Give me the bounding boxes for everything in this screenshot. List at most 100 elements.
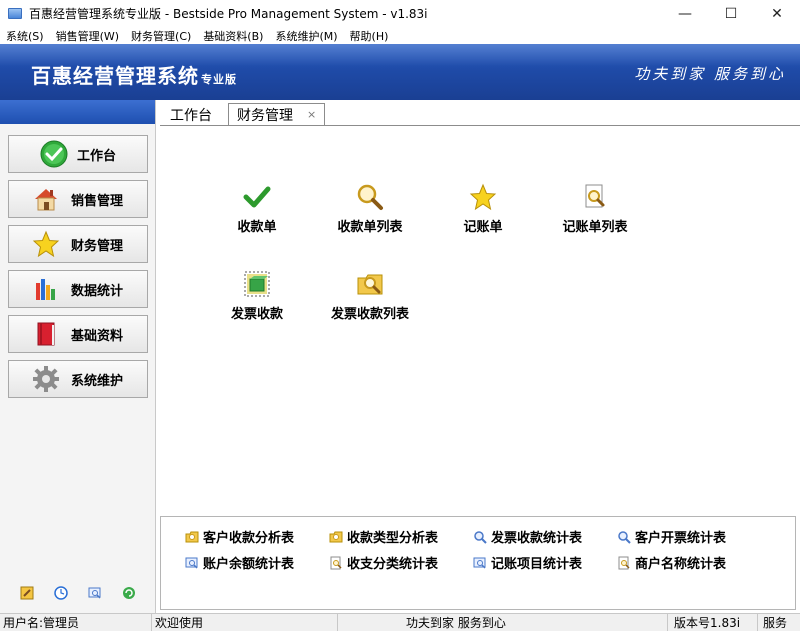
- app-icon: [8, 8, 22, 19]
- tab-workbench[interactable]: 工作台: [160, 104, 222, 126]
- sidebar-item-label: 基础资料: [71, 328, 124, 344]
- tab-finance[interactable]: 财务管理 ×: [228, 103, 326, 126]
- sidebar-item-sales[interactable]: 销售管理: [8, 180, 148, 218]
- sidebar-item-label: 工作台: [77, 148, 117, 164]
- star-icon: [468, 182, 498, 212]
- maximize-button[interactable]: ☐: [708, 0, 754, 27]
- report-account-balance-stats[interactable]: 账户余额统计表: [185, 553, 294, 572]
- tile-receipt-list[interactable]: 收款单列表: [315, 182, 425, 238]
- brand-name: 百惠经营管理系统: [31, 64, 199, 88]
- menu-system[interactable]: 系统(S): [0, 28, 50, 44]
- brand-title: 百惠经营管理系统 专业版: [31, 60, 237, 89]
- report-income-expense-category-stats[interactable]: 收支分类统计表: [329, 553, 438, 572]
- refresh-icon[interactable]: [121, 585, 137, 601]
- sidebar-item-label: 数据统计: [71, 283, 124, 299]
- report-label: 客户收款分析表: [203, 531, 295, 546]
- report-label: 记账项目统计表: [491, 557, 583, 572]
- tab-label: 财务管理: [237, 107, 293, 124]
- tile-invoice-receipt-list[interactable]: 发票收款列表: [315, 269, 425, 325]
- tab-bar: 工作台 财务管理 ×: [160, 102, 326, 126]
- invoice-box-icon: [242, 269, 272, 299]
- report-label: 发票收款统计表: [491, 531, 583, 546]
- sidebar-item-label: 销售管理: [71, 193, 124, 209]
- brand-edition: 专业版: [201, 73, 237, 86]
- status-version: 版本号1.83i: [668, 614, 758, 631]
- document-search-icon: [580, 182, 610, 212]
- window-search-icon: [473, 556, 487, 570]
- book-icon: [31, 319, 61, 349]
- report-journal-item-stats[interactable]: 记账项目统计表: [473, 553, 582, 572]
- sidebar-item-statistics[interactable]: 数据统计: [8, 270, 148, 308]
- tab-label: 工作台: [170, 108, 212, 124]
- title-bar: 百惠经营管理系统专业版 - Bestside Pro Management Sy…: [0, 0, 800, 27]
- status-slogan: 功夫到家 服务到心: [338, 614, 668, 631]
- check-circle-icon: [39, 139, 69, 169]
- sidebar-item-finance[interactable]: 财务管理: [8, 225, 148, 263]
- report-customer-receipt-analysis[interactable]: 客户收款分析表: [185, 527, 294, 546]
- report-label: 收支分类统计表: [347, 557, 439, 572]
- menu-finance[interactable]: 财务管理(C): [125, 28, 197, 44]
- tile-label: 收款单: [237, 220, 277, 235]
- status-welcome: 欢迎使用: [152, 614, 338, 631]
- search-window-icon[interactable]: [87, 585, 103, 601]
- status-service: 服务: [763, 616, 788, 630]
- tile-journal-list[interactable]: 记账单列表: [540, 182, 650, 238]
- report-label: 客户开票统计表: [635, 531, 727, 546]
- tile-label: 发票收款: [230, 307, 283, 322]
- report-label: 收款类型分析表: [347, 531, 439, 546]
- window-search-icon: [185, 556, 199, 570]
- menu-basic-data[interactable]: 基础资料(B): [197, 28, 269, 44]
- sidebar-item-workbench[interactable]: 工作台: [8, 135, 148, 173]
- minimize-button[interactable]: —: [662, 0, 708, 27]
- tile-label: 记账单列表: [562, 220, 628, 235]
- folder-search-icon: [355, 269, 385, 299]
- menu-help[interactable]: 帮助(H): [344, 28, 395, 44]
- status-bar: 用户名:管理员 欢迎使用 功夫到家 服务到心 版本号1.83i 服务: [0, 613, 800, 631]
- folder-search-icon: [185, 530, 199, 544]
- close-button[interactable]: ✕: [754, 0, 800, 27]
- report-invoice-receipt-stats[interactable]: 发票收款统计表: [473, 527, 582, 546]
- sidebar-item-basic-data[interactable]: 基础资料: [8, 315, 148, 353]
- window-controls: — ☐ ✕: [662, 0, 800, 27]
- report-receipt-type-analysis[interactable]: 收款类型分析表: [329, 527, 438, 546]
- tile-journal[interactable]: 记账单: [428, 182, 538, 238]
- tile-label: 发票收款列表: [330, 307, 409, 322]
- folder-search-icon: [329, 530, 343, 544]
- tile-label: 记账单: [463, 220, 503, 235]
- menu-bar: 系统(S) 销售管理(W) 财务管理(C) 基础资料(B) 系统维护(M) 帮助…: [0, 27, 800, 44]
- sidebar-item-maintenance[interactable]: 系统维护: [8, 360, 148, 398]
- banner-slogan: 功夫到家 服务到心: [634, 65, 786, 83]
- app-banner: 百惠经营管理系统 专业版 功夫到家 服务到心: [0, 44, 800, 100]
- tab-divider: [160, 125, 800, 126]
- document-search-icon: [329, 556, 343, 570]
- sidebar-item-label: 财务管理: [71, 238, 124, 254]
- report-label: 商户名称统计表: [635, 557, 727, 572]
- menu-sales[interactable]: 销售管理(W): [50, 28, 125, 44]
- sidebar-item-label: 系统维护: [71, 373, 124, 389]
- report-merchant-name-stats[interactable]: 商户名称统计表: [617, 553, 726, 572]
- tile-receipt[interactable]: 收款单: [202, 182, 312, 238]
- edit-icon[interactable]: [19, 585, 35, 601]
- report-label: 账户余额统计表: [203, 557, 295, 572]
- report-customer-invoicing-stats[interactable]: 客户开票统计表: [617, 527, 726, 546]
- tab-close-button[interactable]: ×: [307, 108, 316, 121]
- document-search-icon: [617, 556, 631, 570]
- sidebar-header: [0, 100, 155, 124]
- reports-panel: 客户收款分析表 收款类型分析表 发票收款统计表 客户开票统计表 账户余额统计表 …: [160, 516, 796, 610]
- clock-icon[interactable]: [53, 585, 69, 601]
- status-user: 用户名:管理员: [0, 614, 152, 631]
- sidebar: 工作台 销售管理 财务管理 数据统计 基础资料 系统维护: [0, 100, 156, 613]
- magnifier-icon: [355, 182, 385, 212]
- bar-chart-icon: [31, 274, 61, 304]
- tile-invoice-receipt[interactable]: 发票收款: [202, 269, 312, 325]
- star-icon: [31, 229, 61, 259]
- tile-label: 收款单列表: [337, 220, 403, 235]
- window-title: 百惠经营管理系统专业版 - Bestside Pro Management Sy…: [29, 7, 428, 21]
- checkmark-icon: [242, 182, 272, 212]
- house-icon: [31, 184, 61, 214]
- magnifier-icon: [617, 530, 631, 544]
- gear-icon: [31, 364, 61, 394]
- sidebar-toolbar: [0, 585, 156, 601]
- menu-maintenance[interactable]: 系统维护(M): [269, 28, 343, 44]
- magnifier-icon: [473, 530, 487, 544]
